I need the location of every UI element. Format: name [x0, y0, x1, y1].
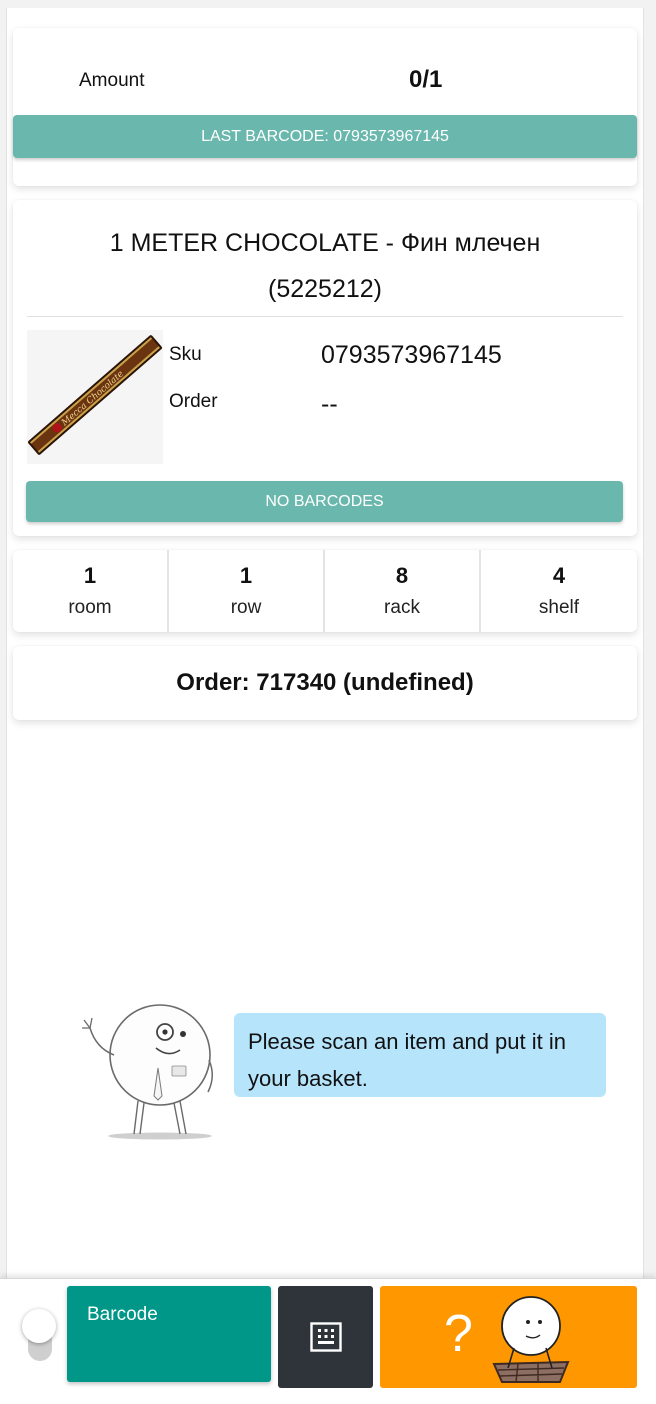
last-barcode-button[interactable]: LAST BARCODE: 0793573967145 [13, 115, 637, 158]
keypad-icon [309, 1322, 342, 1352]
location-room: 1 room [13, 550, 169, 632]
sku-value: 0793573967145 [321, 341, 502, 369]
room-label: room [68, 597, 112, 618]
order-card: Order: 717340 (undefined) [13, 646, 637, 720]
divider [27, 316, 623, 317]
order-label: Order [169, 391, 218, 412]
chocolate-bar-text: Mecca Chocolate [59, 369, 126, 429]
room-value: 1 [83, 563, 97, 588]
keypad-button[interactable] [278, 1286, 373, 1388]
location-row: 1 row [169, 550, 325, 632]
sku-label: Sku [169, 344, 202, 365]
summary-card: Amount 0/1 LAST BARCODE: 0793573967145 [13, 28, 637, 186]
rack-value: 8 [395, 563, 409, 588]
row-label: row [230, 597, 262, 618]
product-image: Mecca Chocolate [27, 330, 163, 464]
location-rack: 8 rack [325, 550, 481, 632]
barcode-button[interactable]: Barcode [67, 1286, 271, 1382]
location-card: 1 room 1 row 8 rack 4 shelf [13, 550, 637, 632]
product-title-code: (5225212) [268, 275, 382, 303]
help-mascot-icon [492, 1296, 570, 1383]
help-question-mark: ? [444, 1305, 473, 1363]
mascot-illustration [82, 1004, 213, 1140]
amount-label: Amount [79, 70, 145, 91]
no-barcodes-button[interactable]: NO BARCODES [26, 481, 623, 522]
product-title: 1 METER CHOCOLATE - Фин млечен (5225212) [13, 220, 637, 312]
product-card: 1 METER CHOCOLATE - Фин млечен (5225212)… [13, 200, 637, 536]
location-shelf: 4 shelf [481, 550, 637, 632]
shelf-value: 4 [552, 563, 566, 588]
help-button[interactable]: ? [380, 1286, 637, 1388]
assistant-message: Please scan an item and put it in your b… [234, 1013, 606, 1097]
shelf-label: shelf [538, 597, 580, 618]
rack-label: rack [384, 597, 420, 618]
row-value: 1 [239, 563, 253, 588]
scan-toggle[interactable] [22, 1309, 56, 1361]
toggle-knob[interactable] [22, 1309, 56, 1343]
product-title-name: 1 METER CHOCOLATE - Фин млечен [109, 229, 541, 257]
chocolate-bar-image: Mecca Chocolate [28, 335, 162, 455]
amount-value: 0/1 [409, 66, 443, 93]
order-value: -- [321, 390, 338, 418]
bottom-bar: Barcode ? [0, 1278, 656, 1404]
order-info: Order: 717340 (undefined) [176, 669, 474, 696]
